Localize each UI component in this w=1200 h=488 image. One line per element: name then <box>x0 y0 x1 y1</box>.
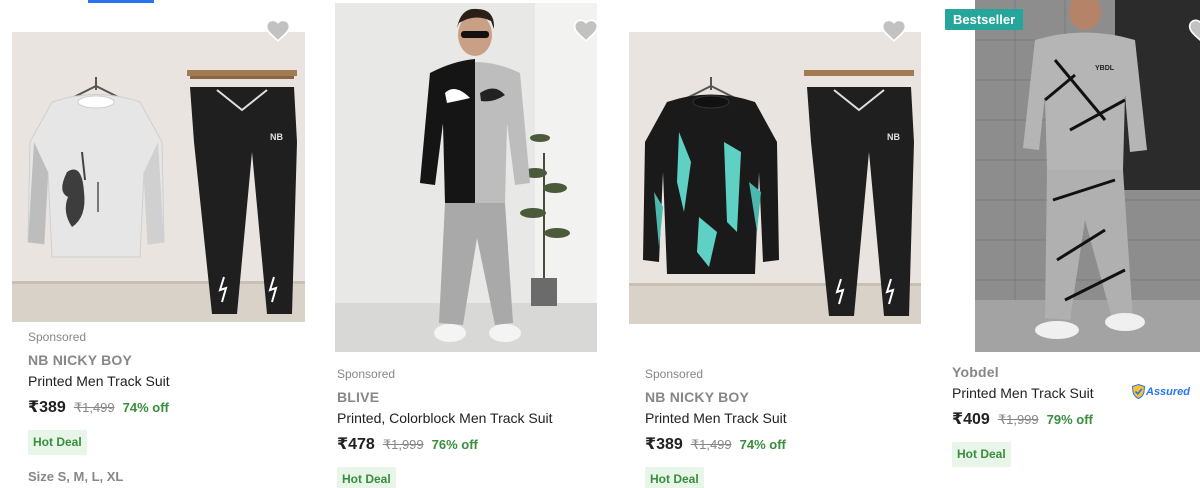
product-card-3[interactable]: NB Sponsored NB NICKY BOY Printed Men Tr… <box>620 0 930 488</box>
wishlist-heart-icon[interactable] <box>1188 18 1200 42</box>
product-brand: NB NICKY BOY <box>645 389 750 405</box>
assured-badge: Assured <box>1132 384 1190 399</box>
hot-deal-badge: Hot Deal <box>952 442 1011 467</box>
wishlist-heart-icon[interactable] <box>265 18 291 42</box>
discount-percent: 74% off <box>739 437 786 452</box>
product-image-3[interactable]: NB <box>629 32 921 324</box>
product-brand: NB NICKY BOY <box>28 352 133 368</box>
hot-deal-badge: Hot Deal <box>28 430 87 455</box>
size-values: S, M, L, XL <box>57 469 124 484</box>
price-row: ₹389 ₹1,499 74% off <box>645 435 925 455</box>
yobdel-logo-text: YBDL <box>1095 65 1115 72</box>
selling-price: ₹478 <box>337 436 375 453</box>
wishlist-heart-icon[interactable] <box>573 18 599 42</box>
product-title[interactable]: Printed Men Track Suit <box>645 409 925 427</box>
discount-percent: 76% off <box>431 437 478 452</box>
selling-price: ₹389 <box>645 436 683 453</box>
sponsored-label: Sponsored <box>28 330 87 344</box>
product-brand: Yobdel <box>952 364 999 380</box>
sponsored-label: Sponsored <box>337 367 396 381</box>
price-row: ₹478 ₹1,999 76% off <box>337 435 617 455</box>
product-info-2: Sponsored BLIVE Printed, Colorblock Men … <box>337 366 617 488</box>
original-price: ₹1,499 <box>690 437 732 452</box>
discount-percent: 74% off <box>122 400 169 415</box>
wishlist-heart-icon[interactable] <box>881 18 907 42</box>
product-image-1[interactable]: NB <box>12 32 305 322</box>
product-title[interactable]: Printed, Colorblock Men Track Suit <box>337 409 617 427</box>
product-title[interactable]: Printed Men Track Suit <box>28 372 308 390</box>
discount-percent: 79% off <box>1046 412 1093 427</box>
hot-deal-badge: Hot Deal <box>645 467 704 488</box>
size-label: Size <box>28 469 55 484</box>
original-price: ₹1,999 <box>382 437 424 452</box>
product-card-4[interactable]: YBDL Yobdel Printed Men Track Suit ₹409 … <box>930 0 1200 488</box>
product-info-3: Sponsored NB NICKY BOY Printed Men Track… <box>645 366 925 488</box>
assured-shield-icon <box>1132 384 1145 399</box>
product-card-1[interactable]: NB Sponsored NB NICKY BOY Printed Men Tr… <box>0 0 320 488</box>
product-image-4[interactable]: YBDL <box>975 0 1200 352</box>
product-info-4: Yobdel Printed Men Track Suit ₹409 ₹1,99… <box>952 363 1197 467</box>
original-price: ₹1,999 <box>997 412 1039 427</box>
product-card-2[interactable]: Sponsored BLIVE Printed, Colorblock Men … <box>320 0 620 488</box>
assured-label: Assured <box>1146 385 1191 398</box>
price-row: ₹409 ₹1,999 79% off <box>952 410 1197 430</box>
nb-logo-text-1: NB <box>270 132 283 142</box>
original-price: ₹1,499 <box>73 400 115 415</box>
selling-price: ₹389 <box>28 399 66 416</box>
size-options: Size S, M, L, XL <box>28 469 308 484</box>
product-brand: BLIVE <box>337 389 380 405</box>
product-info-1: Sponsored NB NICKY BOY Printed Men Track… <box>28 329 308 484</box>
sponsored-label: Sponsored <box>645 367 704 381</box>
hot-deal-badge: Hot Deal <box>337 467 396 488</box>
nb-logo-text-3: NB <box>887 132 900 142</box>
price-row: ₹389 ₹1,499 74% off <box>28 398 308 418</box>
product-image-2[interactable] <box>335 3 597 352</box>
selling-price: ₹409 <box>952 411 990 428</box>
bestseller-badge: Bestseller <box>945 9 1024 30</box>
